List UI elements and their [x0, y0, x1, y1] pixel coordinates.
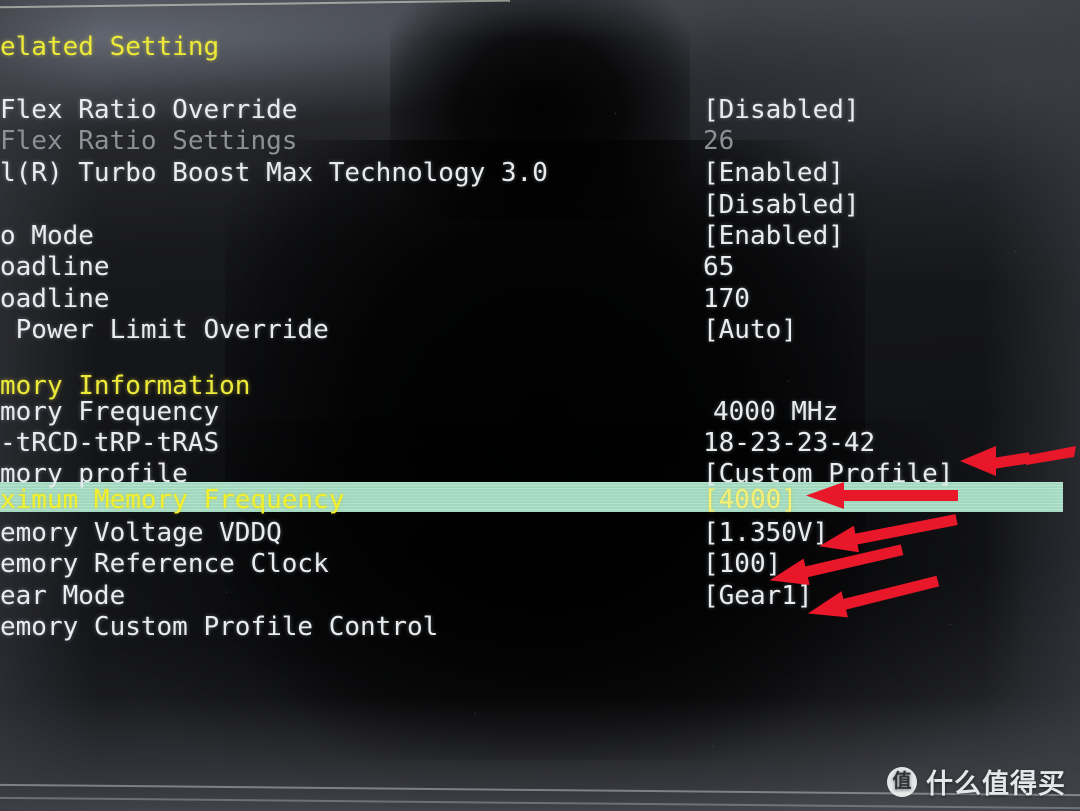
menu-row-memory-voltage-vddq[interactable]: emory Voltage VDDQ [1.350V]: [0, 518, 1080, 550]
bios-screen-photo: elated Setting Flex Ratio Override [Disa…: [0, 0, 1080, 811]
section-header-cpu-related-label: elated Setting: [0, 32, 220, 62]
watermark-text: 什么值得买: [926, 769, 1066, 800]
menu-row-unlabeled-disabled[interactable]: [Disabled]: [0, 190, 1080, 222]
menu-row-memory-reference-clock[interactable]: emory Reference Clock [100]: [0, 549, 1080, 581]
menu-row-memory-timings: -tRCD-tRP-tRAS 18-23-23-42: [0, 428, 1080, 460]
menu-row-unlabeled-disabled-value[interactable]: [Disabled]: [703, 190, 860, 222]
menu-row-memory-voltage-vddq-value[interactable]: [1.350V]: [703, 518, 828, 550]
watermark: 值 什么值得买: [887, 762, 1066, 801]
menu-row-dc-loadline-value[interactable]: 170: [703, 284, 750, 316]
menu-row-memory-custom-profile-control-label: emory Custom Profile Control: [0, 612, 439, 642]
watermark-logo-icon: 值: [887, 766, 917, 797]
menu-row-memory-frequency-label: mory Frequency: [0, 397, 220, 427]
menu-row-flex-ratio-override[interactable]: Flex Ratio Override [Disabled]: [0, 95, 1080, 127]
menu-row-turbo-boost-max-3-label: l(R) Turbo Boost Max Technology 3.0: [0, 158, 548, 188]
menu-row-gear-mode-value[interactable]: [Gear1]: [703, 581, 813, 613]
menu-row-flex-ratio-override-value[interactable]: [Disabled]: [703, 95, 860, 127]
menu-row-memory-frequency-value: 4000 MHz: [713, 397, 839, 427]
menu-row-ac-loadline[interactable]: oadline 65: [0, 252, 1080, 284]
menu-row-power-limit-override-label: Power Limit Override: [0, 315, 329, 345]
menu-row-flex-ratio-settings-label: Flex Ratio Settings: [0, 126, 298, 156]
menu-row-memory-timings-value: 18-23-23-42: [703, 428, 876, 458]
menu-row-power-limit-override-value[interactable]: [Auto]: [703, 315, 797, 347]
menu-row-turbo-boost-max-3[interactable]: l(R) Turbo Boost Max Technology 3.0 [Ena…: [0, 158, 1080, 190]
menu-row-maximum-memory-frequency[interactable]: ximum Memory Frequency [4000]: [0, 485, 1080, 517]
menu-row-memory-custom-profile-control[interactable]: emory Custom Profile Control: [0, 612, 1080, 644]
section-header-cpu-related: elated Setting: [0, 32, 1080, 64]
menu-row-turbo-boost-max-3-value[interactable]: [Enabled]: [703, 158, 844, 190]
menu-row-ac-loadline-label: oadline: [0, 252, 110, 282]
menu-row-dc-loadline[interactable]: oadline 170: [0, 284, 1080, 316]
menu-row-gear-mode[interactable]: ear Mode [Gear1]: [0, 581, 1080, 613]
menu-row-turbo-mode[interactable]: o Mode [Enabled]: [0, 221, 1080, 253]
menu-row-memory-reference-clock-value[interactable]: [100]: [703, 549, 781, 581]
menu-row-flex-ratio-settings-value: 26: [703, 126, 735, 156]
menu-row-maximum-memory-frequency-label: ximum Memory Frequency: [0, 485, 345, 515]
bios-menu: elated Setting Flex Ratio Override [Disa…: [0, 0, 1080, 811]
menu-row-turbo-mode-label: o Mode: [0, 221, 94, 251]
menu-row-ac-loadline-value[interactable]: 65: [703, 252, 734, 284]
menu-row-turbo-mode-value[interactable]: [Enabled]: [703, 221, 844, 253]
menu-row-flex-ratio-settings: Flex Ratio Settings 26: [0, 126, 1080, 158]
menu-row-memory-timings-label: -tRCD-tRP-tRAS: [0, 428, 220, 458]
menu-row-dc-loadline-label: oadline: [0, 284, 110, 314]
menu-row-maximum-memory-frequency-value[interactable]: [4000]: [703, 485, 797, 517]
menu-row-memory-frequency: mory Frequency 4000 MHz: [0, 397, 1080, 429]
menu-row-flex-ratio-override-label: Flex Ratio Override: [0, 95, 298, 125]
menu-row-power-limit-override[interactable]: Power Limit Override [Auto]: [0, 315, 1080, 347]
